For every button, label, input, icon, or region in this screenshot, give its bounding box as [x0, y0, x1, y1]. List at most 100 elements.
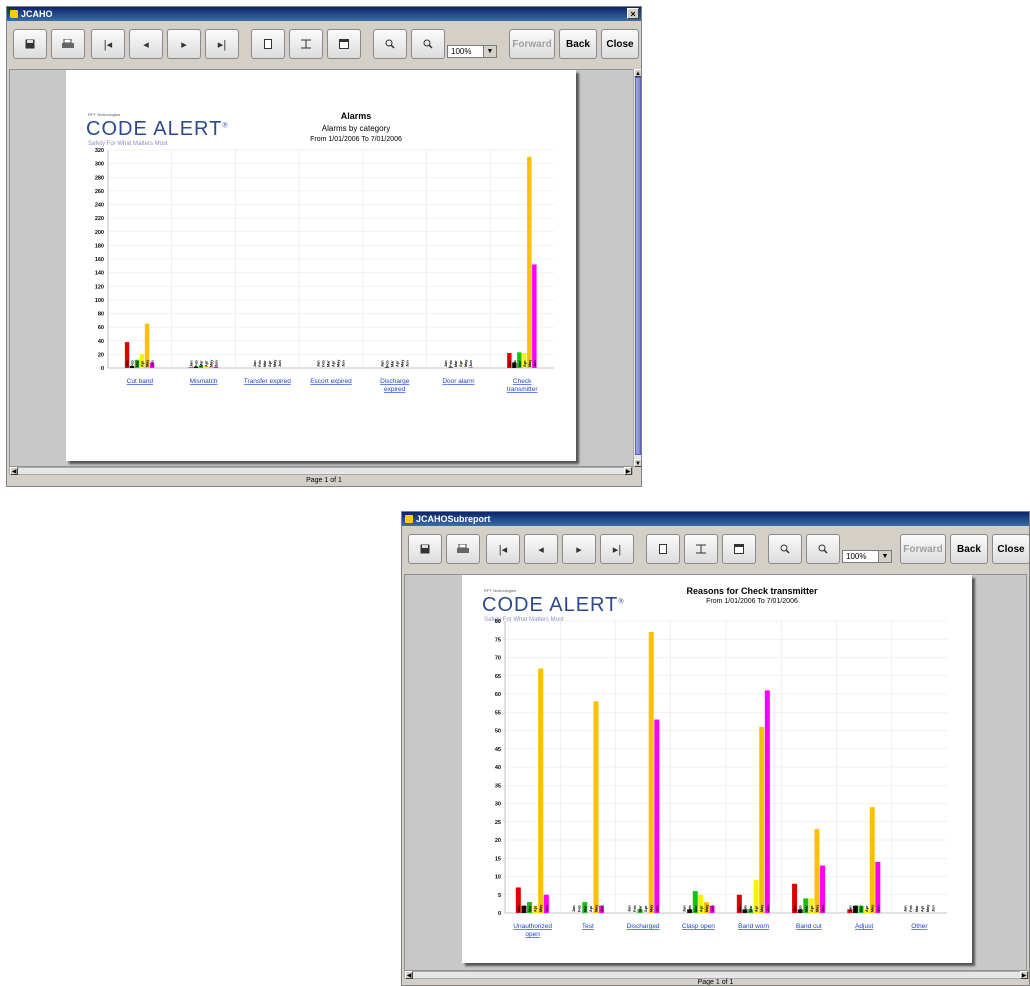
scroll-down-button[interactable]: ▼ [634, 459, 641, 467]
month-label: Jun [214, 360, 218, 367]
zoom-in-button[interactable] [768, 534, 802, 564]
month-label: May [871, 904, 875, 912]
month-label: Jun [766, 905, 770, 912]
last-page-button[interactable]: ▸| [600, 534, 634, 564]
month-label: Jan [380, 360, 384, 367]
forward-button[interactable]: Forward [509, 29, 555, 59]
forward-button[interactable]: Forward [900, 534, 946, 564]
category-link[interactable]: Mismatch [190, 378, 218, 385]
category-link[interactable]: Door alarm [442, 378, 474, 385]
title-bar: JCAHOSubreport [402, 512, 1029, 526]
scroll-up-button[interactable]: ▲ [634, 69, 641, 77]
report-window-jcaho: JCAHO × |◂ ◂ ▸ ▸| 100% ▼ Forward Back Clo… [6, 6, 642, 487]
zoom-select[interactable]: 100% ▼ [842, 550, 892, 563]
report-window-subreport: JCAHOSubreport |◂ ◂ ▸ ▸| 100% ▼ Forward B… [401, 511, 1030, 986]
horizontal-scrollbar[interactable]: ◀ ▶ [9, 467, 633, 475]
category-link[interactable]: Escort expired [310, 378, 352, 385]
previous-page-button[interactable]: ◂ [524, 534, 558, 564]
category-link[interactable]: Check transmitter [507, 378, 539, 393]
previous-page-icon: ◂ [538, 543, 544, 556]
month-label: Feb [633, 905, 637, 912]
scroll-right-button[interactable]: ▶ [1020, 971, 1028, 979]
month-label: Mar [518, 360, 522, 367]
y-tick-label: 260 [95, 189, 104, 195]
month-label: Mar [528, 905, 532, 912]
month-label: Feb [385, 360, 389, 367]
previous-page-button[interactable]: ◂ [129, 29, 163, 59]
back-button[interactable]: Back [559, 29, 597, 59]
fit-width-icon [301, 39, 311, 49]
category-link[interactable]: Band worn [738, 923, 769, 930]
fit-width-button[interactable] [289, 29, 323, 59]
print-button[interactable] [51, 29, 85, 59]
month-label: Jan [848, 905, 852, 912]
save-button[interactable] [13, 29, 47, 59]
month-label: Mar [263, 360, 267, 367]
close-button[interactable]: Close [992, 534, 1029, 564]
save-icon [420, 544, 430, 554]
category-link[interactable]: Transfer expired [244, 378, 291, 385]
month-label: Jun [600, 905, 604, 912]
back-button[interactable]: Back [950, 534, 988, 564]
next-page-button[interactable]: ▸ [167, 29, 201, 59]
horizontal-scrollbar[interactable]: ◀ ▶ [404, 971, 1029, 979]
vertical-scroll-thumb[interactable] [635, 77, 641, 455]
single-page-button[interactable] [646, 534, 680, 564]
category-link[interactable]: Adjust [855, 923, 873, 930]
category-link-line: Mismatch [190, 378, 218, 385]
logo-mark: ® [222, 122, 229, 130]
y-tick-label: 5 [498, 893, 501, 899]
code-alert-logo: CODE ALERT® [482, 594, 625, 617]
single-page-button[interactable] [251, 29, 285, 59]
y-tick-label: 0 [498, 911, 501, 917]
fit-page-button[interactable] [722, 534, 756, 564]
month-label: Apr [395, 360, 399, 367]
zoom-in-button[interactable] [373, 29, 407, 59]
month-label: Mar [804, 905, 808, 912]
zoom-out-button[interactable] [806, 534, 840, 564]
close-button[interactable]: Close [601, 29, 639, 59]
print-button[interactable] [446, 534, 480, 564]
next-page-button[interactable]: ▸ [562, 534, 596, 564]
month-label: Jun [876, 905, 880, 912]
scroll-left-button[interactable]: ◀ [10, 467, 18, 475]
fit-width-button[interactable] [684, 534, 718, 564]
scroll-right-button[interactable]: ▶ [624, 467, 632, 475]
bar-may [593, 701, 599, 913]
category-link[interactable]: Cut band [127, 378, 154, 385]
check-transmitter-reasons-chart: 05101520253035404550556065707580Jan Feb Ma… [495, 619, 947, 938]
logo-small-text: RFT Technologies [484, 588, 517, 593]
zoom-select[interactable]: 100% ▼ [447, 45, 497, 58]
vertical-scrollbar[interactable]: ▲ ▼ [633, 69, 641, 467]
zoom-out-button[interactable] [411, 29, 445, 59]
window-title: JCAHOSubreport [416, 514, 491, 524]
category-link[interactable]: Band cut [796, 923, 822, 930]
month-label: Jun [405, 360, 409, 367]
month-label: Jan [683, 905, 687, 912]
logo-text: CODE ALERT [86, 118, 223, 140]
close-window-button[interactable]: × [627, 8, 639, 19]
month-label: Apr [699, 905, 703, 912]
month-label: May [209, 359, 213, 367]
category-link[interactable]: Clasp open [682, 923, 715, 930]
month-label: Feb [854, 905, 858, 912]
category-link[interactable]: Unauthorized open [513, 923, 552, 938]
scroll-left-button[interactable]: ◀ [405, 971, 413, 979]
first-page-button[interactable]: |◂ [91, 29, 125, 59]
last-page-button[interactable]: ▸| [205, 29, 239, 59]
month-label: Jun [711, 905, 715, 912]
fit-page-button[interactable] [327, 29, 361, 59]
y-tick-label: 10 [495, 875, 501, 881]
category-link[interactable]: Other [911, 923, 928, 930]
month-label: May [539, 904, 543, 912]
save-button[interactable] [408, 534, 442, 564]
first-page-button[interactable]: |◂ [486, 534, 520, 564]
category-link[interactable]: Discharged [627, 923, 660, 930]
month-label: Jan [904, 905, 908, 912]
month-label: Jun [278, 360, 282, 367]
category-link[interactable]: Discharge expired [380, 378, 410, 393]
y-tick-label: 240 [95, 203, 104, 209]
month-label: Mar [390, 360, 394, 367]
category-link[interactable]: Test [582, 923, 594, 930]
zoom-out-icon [423, 39, 433, 49]
